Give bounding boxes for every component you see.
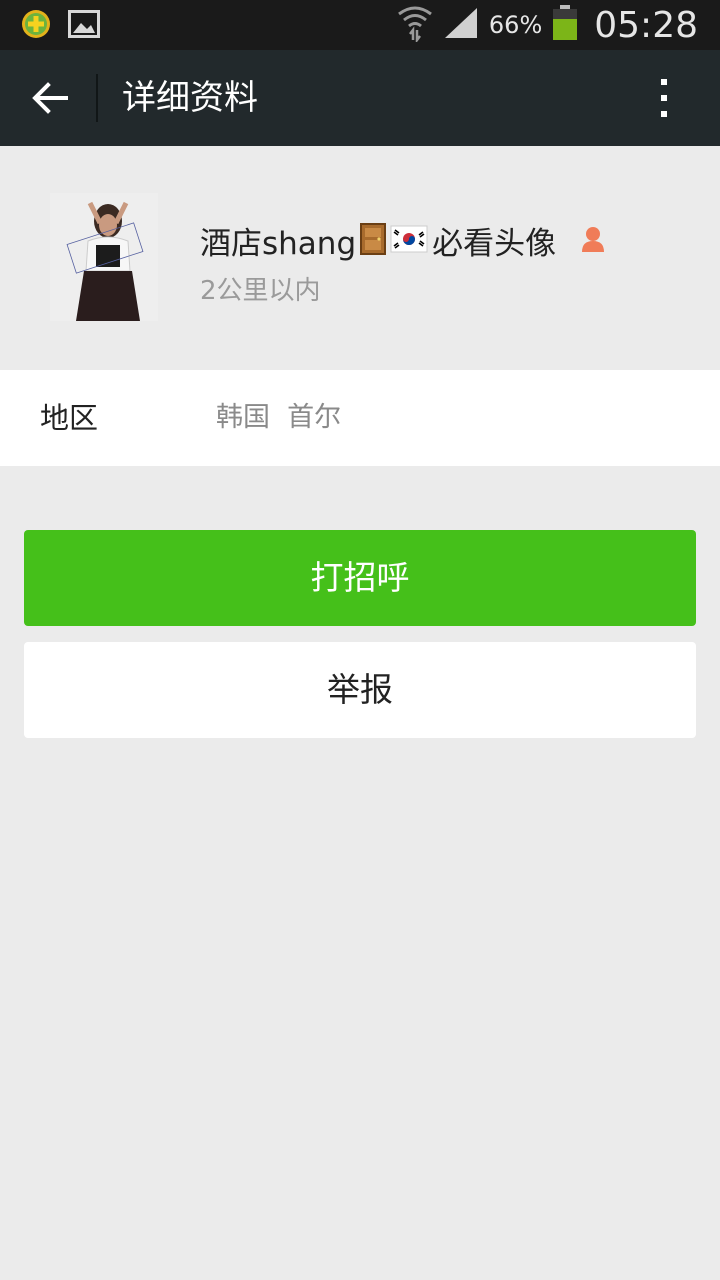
signal-icon: [443, 6, 479, 44]
clock: 05:28: [594, 4, 698, 46]
nickname: 酒店shang: [200, 226, 357, 262]
battery-icon: [552, 5, 578, 45]
korea-flag-emoji-icon: [390, 225, 428, 257]
report-button[interactable]: 举报: [24, 642, 696, 738]
distance-text: 2公里以内: [200, 276, 321, 306]
nickname-suffix: 必看头像: [432, 226, 557, 262]
wifi-icon: [397, 4, 433, 46]
battery-percent: 66%: [488, 11, 543, 39]
region-value: 韩国 首尔: [216, 402, 342, 433]
action-bar: 详细资料: [0, 50, 720, 146]
more-options-button[interactable]: [636, 70, 692, 126]
gallery-notification-icon: [68, 10, 100, 42]
page-title: 详细资料: [122, 78, 258, 118]
region-label: 地区: [40, 401, 99, 435]
back-button[interactable]: [20, 68, 80, 128]
more-vertical-icon: [661, 79, 667, 117]
status-bar: 66% 05:28: [0, 0, 720, 50]
region-row: 地区 韩国 首尔: [0, 370, 720, 466]
action-bar-divider: [96, 74, 98, 122]
door-emoji-icon: [360, 222, 387, 259]
female-gender-icon: [580, 225, 606, 257]
360-security-icon: [20, 8, 52, 44]
back-arrow-icon: [32, 82, 68, 114]
avatar[interactable]: [50, 193, 158, 321]
nickname-row: 酒店shang 必看头像: [200, 218, 606, 263]
profile-header: 酒店shang 必看头像 2公里以内: [0, 146, 720, 370]
say-hello-button[interactable]: 打招呼: [24, 530, 696, 626]
